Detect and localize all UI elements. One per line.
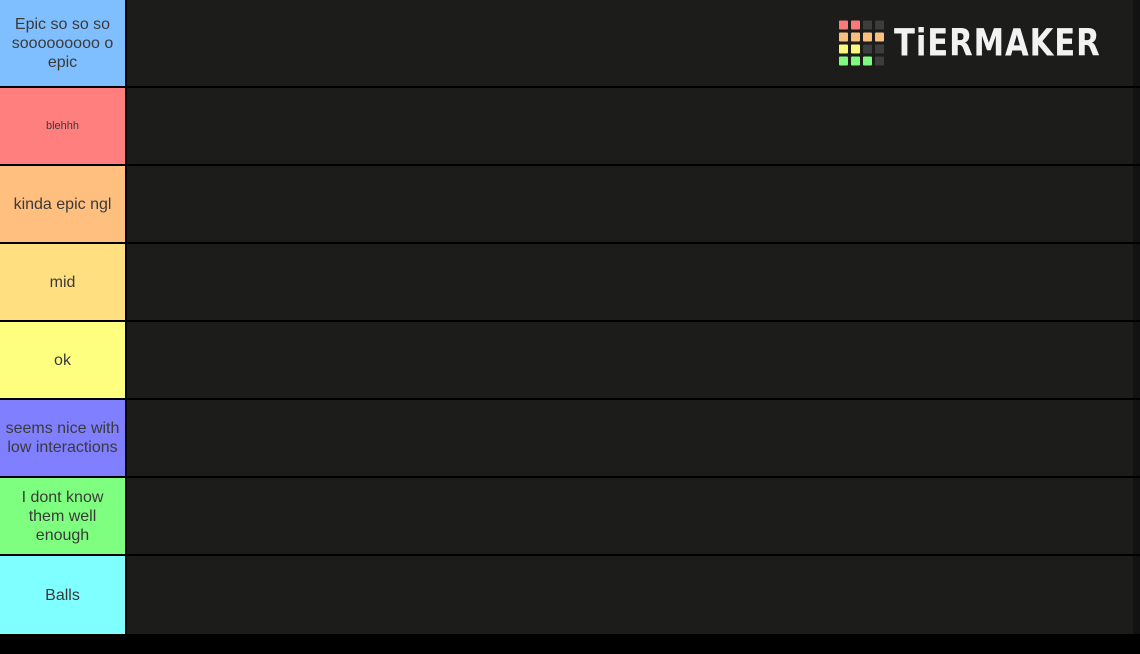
- tier-dropzone-2[interactable]: [125, 88, 1140, 164]
- tier-row: Balls: [0, 556, 1140, 634]
- tier-row: Epic so so so sooooooooo o epic TiERMAKER: [0, 0, 1140, 88]
- logo-grid-cell: [839, 44, 849, 54]
- logo-grid-cell: [875, 44, 885, 54]
- logo-grid-cell: [875, 20, 885, 30]
- logo-grid-cell: [839, 20, 849, 30]
- logo-grid-cell: [839, 32, 849, 42]
- tier-list-container: Epic so so so sooooooooo o epic TiERMAKER…: [0, 0, 1140, 654]
- tier-row: mid: [0, 244, 1140, 322]
- logo-grid-cell: [863, 56, 873, 66]
- logo-grid-cell: [851, 20, 861, 30]
- tier-label-1[interactable]: Epic so so so sooooooooo o epic: [0, 0, 125, 86]
- tier-dropzone-8[interactable]: [125, 556, 1140, 634]
- tier-label-4[interactable]: mid: [0, 244, 125, 320]
- tier-label-7[interactable]: I dont know them well enough: [0, 478, 125, 554]
- tier-dropzone-7[interactable]: [125, 478, 1140, 554]
- logo-grid-cell: [851, 44, 861, 54]
- logo-grid-cell: [863, 44, 873, 54]
- tier-row: kinda epic ngl: [0, 166, 1140, 244]
- tier-label-8[interactable]: Balls: [0, 556, 125, 634]
- logo-grid-cell: [875, 56, 885, 66]
- tiermaker-logo: TiERMAKER: [839, 20, 1119, 66]
- tier-dropzone-4[interactable]: [125, 244, 1140, 320]
- tier-dropzone-3[interactable]: [125, 166, 1140, 242]
- tier-label-2[interactable]: blehhh: [0, 88, 125, 164]
- tier-row: seems nice with low interactions: [0, 400, 1140, 478]
- tier-label-3[interactable]: kinda epic ngl: [0, 166, 125, 242]
- tier-row: I dont know them well enough: [0, 478, 1140, 556]
- logo-wordmark: TiERMAKER: [894, 21, 1102, 65]
- tier-row: ok: [0, 322, 1140, 400]
- tier-row: blehhh: [0, 88, 1140, 166]
- tier-dropzone-1[interactable]: TiERMAKER: [125, 0, 1140, 86]
- tier-dropzone-5[interactable]: [125, 322, 1140, 398]
- logo-grid-cell: [851, 56, 861, 66]
- logo-grid-cell: [875, 32, 885, 42]
- logo-grid-cell: [863, 32, 873, 42]
- tier-label-6[interactable]: seems nice with low interactions: [0, 400, 125, 476]
- logo-grid-cell: [839, 56, 849, 66]
- tier-label-5[interactable]: ok: [0, 322, 125, 398]
- logo-grid-cell: [851, 32, 861, 42]
- tier-dropzone-6[interactable]: [125, 400, 1140, 476]
- logo-grid-cell: [863, 20, 873, 30]
- logo-grid-icon: [839, 20, 885, 66]
